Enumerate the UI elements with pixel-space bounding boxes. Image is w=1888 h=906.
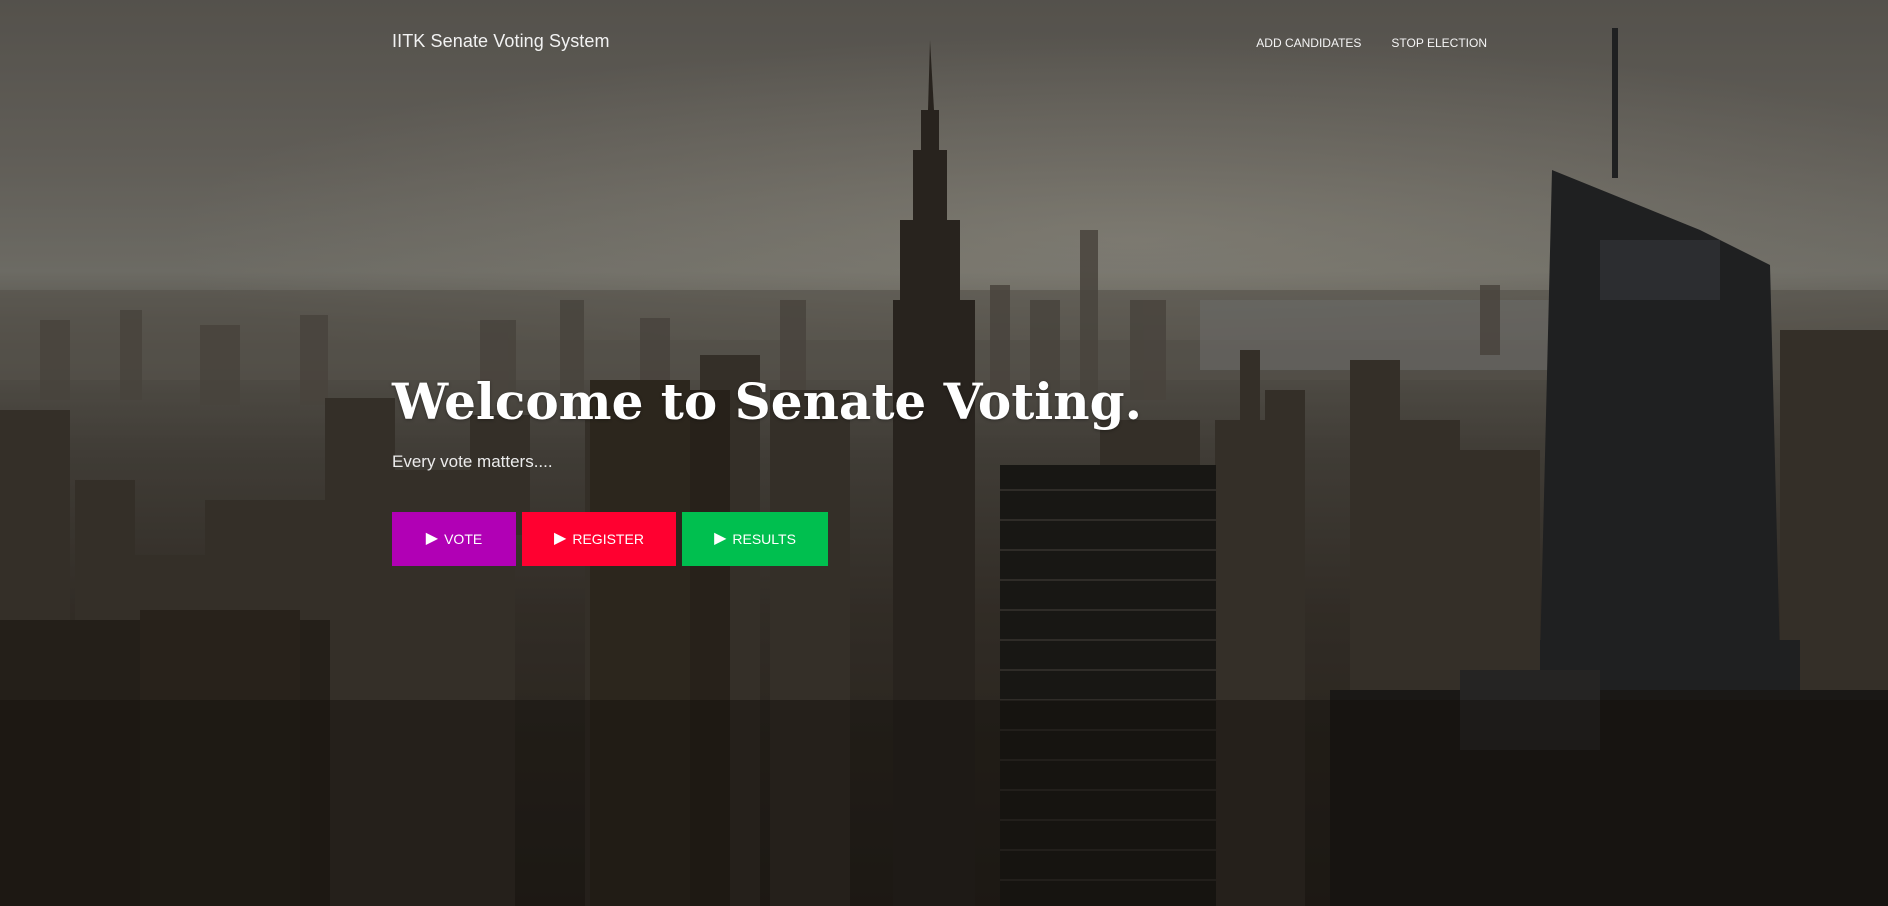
results-button-label: RESULTS (732, 531, 796, 547)
nav-link-add-candidates[interactable]: ADD CANDIDATES (1256, 36, 1361, 50)
page-title: Welcome to Senate Voting. (392, 372, 1142, 431)
vote-button[interactable]: ▶ VOTE (392, 512, 516, 566)
nav-link-stop-election[interactable]: STOP ELECTION (1391, 36, 1487, 50)
register-button-label: REGISTER (572, 531, 644, 547)
register-button[interactable]: ▶ REGISTER (522, 512, 676, 566)
action-buttons: ▶ VOTE ▶ REGISTER ▶ RESULTS (392, 512, 1142, 566)
nav-links: ADD CANDIDATES STOP ELECTION (1256, 36, 1487, 50)
navbar: IITK Senate Voting System ADD CANDIDATES… (0, 0, 1888, 88)
play-icon: ▶ (425, 530, 439, 547)
play-icon: ▶ (714, 530, 727, 547)
vote-button-label: VOTE (444, 531, 483, 547)
hero-section: IITK Senate Voting System ADD CANDIDATES… (0, 0, 1888, 906)
hero-content: Welcome to Senate Voting. Every vote mat… (392, 370, 1142, 566)
play-icon: ▶ (554, 530, 567, 547)
hero-subtitle: Every vote matters.... (392, 452, 553, 471)
brand-title[interactable]: IITK Senate Voting System (392, 31, 610, 52)
results-button[interactable]: ▶ RESULTS (682, 512, 828, 566)
